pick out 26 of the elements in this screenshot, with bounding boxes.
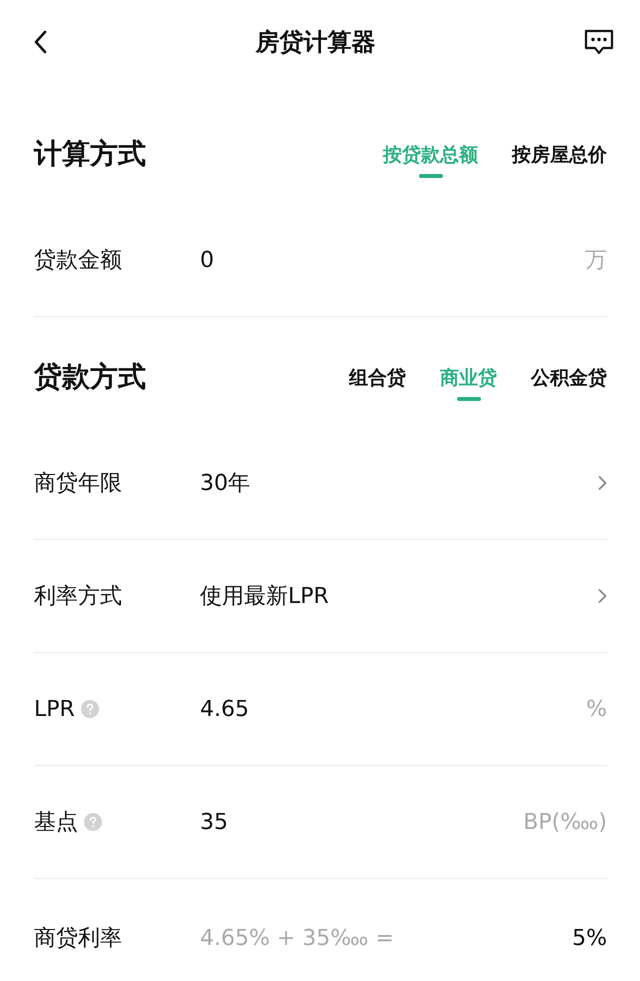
- back-icon[interactable]: [33, 30, 47, 54]
- message-icon[interactable]: [584, 29, 614, 55]
- value-input[interactable]: 35: [200, 810, 524, 834]
- value-input[interactable]: 4.65: [200, 696, 586, 722]
- chevron-icon[interactable]: [598, 588, 607, 604]
- row-label: 利率方式: [34, 583, 122, 611]
- select-value[interactable]: 30年: [200, 468, 598, 498]
- row-label: 商贷利率: [34, 925, 122, 953]
- row-label: 基点: [34, 809, 78, 837]
- tab[interactable]: 公积金贷: [531, 353, 607, 401]
- unit-label: %: [586, 696, 607, 722]
- select-value[interactable]: 使用最新LPR: [200, 581, 598, 611]
- chevron-icon[interactable]: [598, 475, 607, 491]
- rate-result: 5%: [572, 926, 607, 950]
- unit-label: BP(‱): [523, 810, 607, 834]
- row-label: 商贷年限: [34, 470, 122, 498]
- row-label: 贷款金额: [34, 247, 122, 275]
- page-title: 房贷计算器: [256, 27, 376, 58]
- tab[interactable]: 组合贷: [349, 353, 406, 401]
- value-input[interactable]: 0: [200, 248, 585, 272]
- unit-label: 万: [585, 247, 607, 275]
- section-title: 计算方式: [34, 136, 146, 172]
- rate-formula: 4.65% + 35‱ =: [200, 926, 395, 950]
- tab[interactable]: 按房屋总价: [512, 130, 607, 178]
- row-label: LPR: [34, 696, 75, 722]
- section-title: 贷款方式: [34, 359, 146, 395]
